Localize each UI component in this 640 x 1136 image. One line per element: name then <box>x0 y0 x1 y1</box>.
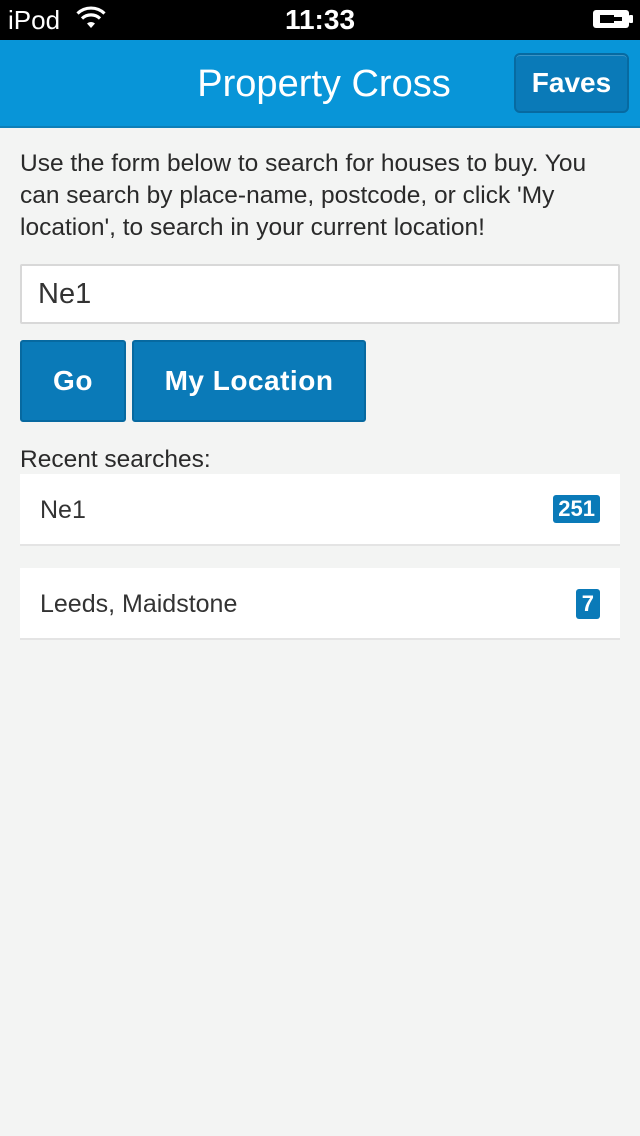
intro-text: Use the form below to search for houses … <box>20 150 587 241</box>
result-count-badge: 7 <box>575 589 600 619</box>
search-input[interactable] <box>20 264 620 324</box>
recent-search-item[interactable]: Leeds, Maidstone 7 <box>20 568 620 640</box>
my-location-button[interactable]: My Location <box>132 340 366 422</box>
recent-search-item[interactable]: Ne1 251 <box>20 474 620 546</box>
result-count-badge: 251 <box>553 495 600 523</box>
faves-button[interactable]: Faves <box>514 53 629 113</box>
go-button[interactable]: Go <box>20 340 126 422</box>
battery-charging-icon <box>593 10 633 28</box>
status-time: 11:33 <box>284 4 356 35</box>
recent-search-label: Leeds, Maidstone <box>40 590 238 618</box>
recent-search-label: Ne1 <box>40 496 86 524</box>
recent-searches-heading: Recent searches: <box>20 446 211 473</box>
status-bar: iPod 11:33 <box>0 0 640 40</box>
app-header: Property Cross Faves <box>0 40 640 128</box>
